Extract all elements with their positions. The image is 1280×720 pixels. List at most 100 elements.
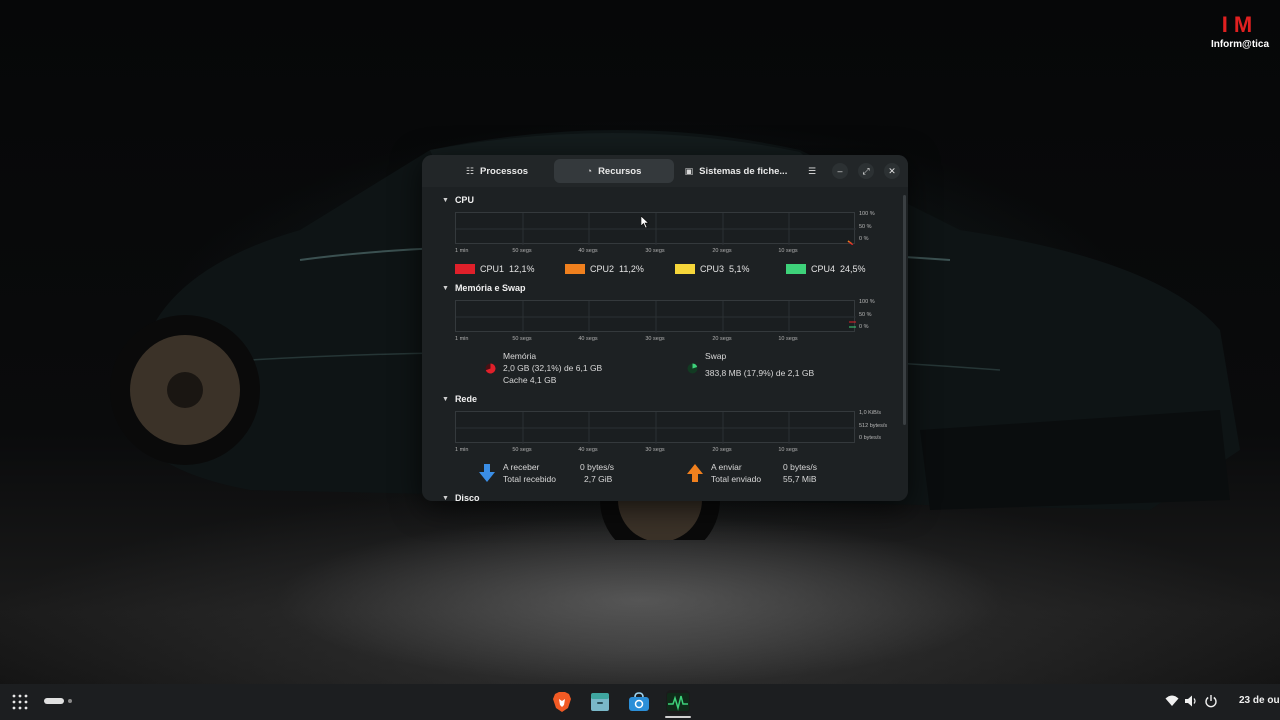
app-grid-icon[interactable] bbox=[12, 694, 28, 710]
cpu-legend-item[interactable]: CPU4 24,5% bbox=[786, 264, 866, 274]
x-tick-label: 1 min bbox=[455, 447, 469, 453]
list-icon: ☷ bbox=[465, 165, 474, 176]
y-tick-label: 0 % bbox=[859, 236, 869, 242]
volume-icon[interactable] bbox=[1184, 694, 1198, 708]
memory-graph-grid bbox=[456, 301, 856, 333]
menu-button[interactable]: ☰ bbox=[804, 163, 820, 179]
memory-label: Memória bbox=[503, 351, 537, 361]
swap-pie-icon[interactable] bbox=[687, 363, 698, 374]
disk-icon: ▣ bbox=[684, 165, 694, 176]
memory-x-axis: 1 min 50 segs 40 segs 30 segs 20 segs 10… bbox=[455, 336, 855, 344]
y-tick-label: 0 % bbox=[859, 324, 869, 330]
swap-value: 383,8 MB (17,9%) de 2,1 GB bbox=[705, 368, 815, 378]
memory-cache: Cache 4,1 GB bbox=[503, 375, 557, 385]
send-total-label: Total enviado bbox=[711, 474, 762, 484]
system-monitor-icon[interactable] bbox=[666, 690, 690, 714]
wifi-icon[interactable] bbox=[1165, 694, 1179, 708]
send-label: A enviar bbox=[711, 462, 742, 472]
section-network-title: Rede bbox=[454, 394, 477, 404]
brave-lion-icon bbox=[553, 692, 571, 712]
color-swatch[interactable] bbox=[565, 264, 585, 274]
mouse-pointer-icon bbox=[641, 216, 649, 228]
send-value: 0 bytes/s bbox=[783, 462, 818, 472]
brave-browser-icon[interactable] bbox=[550, 690, 574, 714]
collapse-caret-icon: ▼ bbox=[442, 284, 449, 292]
cpu-value: 24,5% bbox=[840, 264, 866, 274]
x-tick-label: 40 segs bbox=[578, 447, 598, 453]
section-memory-header[interactable]: ▼ Memória e Swap bbox=[442, 283, 525, 293]
memory-value: 2,0 GB (32,1%) de 6,1 GB bbox=[503, 363, 603, 373]
tab-sistemas-de-ficheiros[interactable]: ▣ Sistemas de fiche... bbox=[676, 159, 796, 183]
y-tick-label: 50 % bbox=[859, 312, 872, 318]
shopping-bag-icon bbox=[629, 692, 649, 711]
power-icon[interactable] bbox=[1204, 694, 1218, 708]
maximize-button[interactable]: ⤢ bbox=[858, 163, 874, 179]
x-tick-label: 30 segs bbox=[645, 248, 665, 254]
send-info: A enviar 0 bytes/s Total enviado 55,7 Mi… bbox=[711, 461, 871, 487]
x-tick-label: 10 segs bbox=[778, 248, 798, 254]
active-app-indicator bbox=[665, 716, 691, 718]
section-disk-header[interactable]: ▼ Disco bbox=[442, 493, 479, 501]
section-network-header[interactable]: ▼ Rede bbox=[442, 394, 477, 404]
close-button[interactable]: ✕ bbox=[884, 163, 900, 179]
x-tick-label: 20 segs bbox=[712, 336, 732, 342]
upload-arrow-icon[interactable] bbox=[687, 464, 703, 482]
cpu-legend-item[interactable]: CPU2 11,2% bbox=[565, 264, 644, 274]
cpu-name: CPU2 bbox=[590, 264, 615, 274]
gauge-icon: ◔ bbox=[586, 166, 593, 176]
cpu-name: CPU1 bbox=[480, 264, 505, 274]
cpu-legend-item[interactable]: CPU3 5,1% bbox=[675, 264, 750, 274]
y-tick-label: 100 % bbox=[859, 299, 875, 305]
x-tick-label: 10 segs bbox=[778, 447, 798, 453]
close-icon: ✕ bbox=[888, 165, 896, 176]
cpu-history-graph bbox=[455, 212, 856, 245]
workspace-indicator[interactable] bbox=[44, 698, 74, 706]
watermark-logo: IM Inform@tica bbox=[1208, 14, 1272, 51]
x-tick-label: 50 segs bbox=[512, 336, 532, 342]
receive-info: A receber 0 bytes/s Total recebido 2,7 G… bbox=[503, 461, 663, 487]
cpu-name: CPU4 bbox=[811, 264, 836, 274]
software-store-icon[interactable] bbox=[627, 690, 651, 714]
color-swatch[interactable] bbox=[675, 264, 695, 274]
swap-label: Swap bbox=[705, 351, 727, 361]
y-tick-label: 1,0 KiB/s bbox=[859, 410, 882, 416]
watermark-text: Inform@tica bbox=[1210, 39, 1270, 50]
x-tick-label: 20 segs bbox=[712, 248, 732, 254]
workspace-active-pill[interactable] bbox=[44, 698, 64, 704]
memory-pie-icon[interactable] bbox=[485, 363, 496, 374]
network-graph-grid bbox=[456, 412, 856, 444]
section-cpu-header[interactable]: ▼ CPU bbox=[442, 195, 474, 205]
collapse-caret-icon: ▼ bbox=[442, 196, 449, 204]
section-disk-title: Disco bbox=[454, 493, 480, 501]
system-monitor-window: ☷ Processos ◔ Recursos ▣ Sistemas de fic… bbox=[422, 155, 908, 501]
clock[interactable]: 23 de ou bbox=[1239, 695, 1280, 706]
headerbar: ☷ Processos ◔ Recursos ▣ Sistemas de fic… bbox=[422, 155, 908, 187]
cpu-legend-item[interactable]: CPU1 12,1% bbox=[455, 264, 535, 274]
receive-total-label: Total recebido bbox=[503, 474, 556, 484]
swap-info: Swap 383,8 MB (17,9%) de 2,1 GB bbox=[705, 350, 865, 378]
color-swatch[interactable] bbox=[786, 264, 806, 274]
collapse-caret-icon: ▼ bbox=[442, 494, 449, 502]
tab-recursos[interactable]: ◔ Recursos bbox=[554, 159, 674, 183]
minimize-button[interactable]: – bbox=[832, 163, 848, 179]
y-tick-label: 512 bytes/s bbox=[859, 423, 888, 429]
workspace-dot[interactable] bbox=[68, 699, 72, 703]
cpu-value: 5,1% bbox=[729, 264, 750, 274]
cpu-name: CPU3 bbox=[700, 264, 725, 274]
folder-icon bbox=[591, 693, 609, 711]
network-x-axis: 1 min 50 segs 40 segs 30 segs 20 segs 10… bbox=[455, 447, 855, 455]
scrollbar[interactable] bbox=[903, 195, 906, 425]
cpu-value: 12,1% bbox=[509, 264, 535, 274]
color-swatch[interactable] bbox=[455, 264, 475, 274]
resources-panel: ▼ CPU 100 % 50 % 0 % 1 min 50 segs 40 se… bbox=[422, 187, 908, 501]
tab-processos[interactable]: ☷ Processos bbox=[432, 159, 562, 183]
download-arrow-icon[interactable] bbox=[479, 464, 495, 482]
receive-value: 0 bytes/s bbox=[580, 462, 615, 472]
y-tick-label: 50 % bbox=[859, 224, 872, 230]
section-cpu-title: CPU bbox=[454, 195, 474, 205]
cpu-y-axis: 100 % 50 % 0 % bbox=[859, 211, 899, 244]
files-icon[interactable] bbox=[588, 690, 612, 714]
x-tick-label: 20 segs bbox=[712, 447, 732, 453]
taskbar: 23 de ou bbox=[0, 684, 1280, 720]
maximize-icon: ⤢ bbox=[862, 165, 870, 176]
